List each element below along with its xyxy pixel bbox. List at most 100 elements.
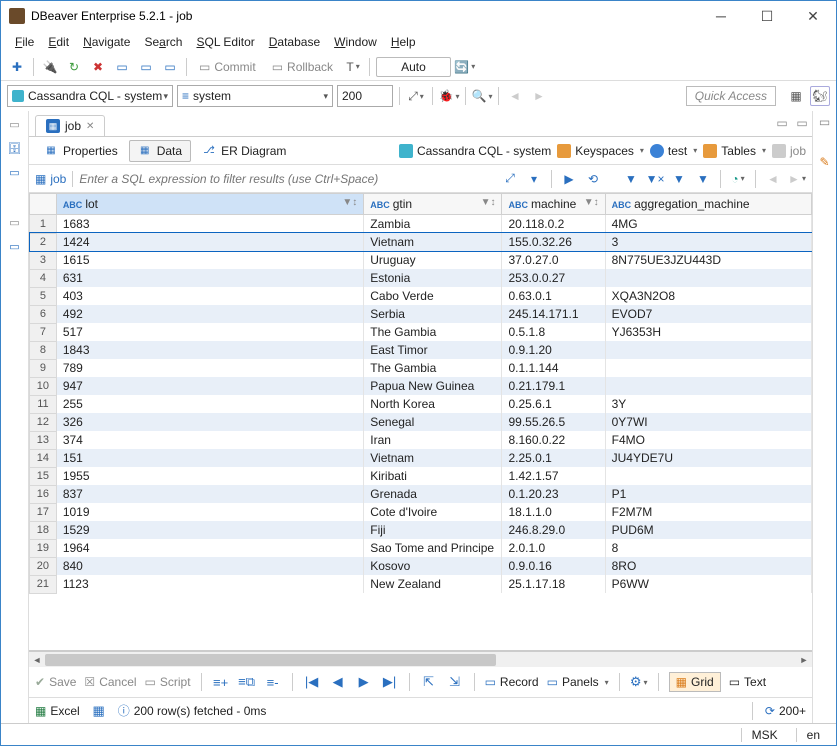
last-page-icon[interactable]: ▶| — [381, 673, 399, 691]
cell-machine[interactable]: 253.0.0.27 — [502, 269, 605, 287]
cell-lot[interactable]: 789 — [56, 359, 363, 377]
filter-remove-icon[interactable]: ▼× — [646, 170, 664, 188]
cell-machine[interactable]: 155.0.32.26 — [502, 233, 605, 251]
row-number[interactable]: 16 — [30, 485, 57, 503]
cell-lot[interactable]: 255 — [56, 395, 363, 413]
rows-limit-input[interactable]: 200 — [337, 85, 393, 107]
import-icon[interactable]: ⇲ — [446, 673, 464, 691]
cell-lot[interactable]: 1529 — [56, 521, 363, 539]
plug-disconnect-icon[interactable]: ✖ — [88, 57, 108, 77]
row-number[interactable]: 1 — [30, 215, 57, 234]
export-excel-button[interactable]: ▦Excel — [35, 704, 80, 718]
table-row[interactable]: 191964Sao Tome and Principe2.0.1.08 — [30, 539, 812, 557]
cell-gtin[interactable]: Grenada — [364, 485, 502, 503]
cell-machine[interactable]: 0.25.6.1 — [502, 395, 605, 413]
clear-filter-icon[interactable]: ⟲ — [584, 170, 602, 188]
cell-gtin[interactable]: Cote d'Ivoire — [364, 503, 502, 521]
cell-lot[interactable]: 837 — [56, 485, 363, 503]
cell-gtin[interactable]: Uruguay — [364, 251, 502, 269]
cell-machine[interactable]: 0.9.0.16 — [502, 557, 605, 575]
cell-agg[interactable] — [605, 359, 811, 377]
plug-icon[interactable]: 🔌 — [40, 57, 60, 77]
refresh-icon[interactable]: 🔄▾ — [455, 57, 475, 77]
cell-lot[interactable]: 1123 — [56, 575, 363, 593]
subtab-properties[interactable]: ▦Properties — [35, 140, 127, 162]
row-number[interactable]: 13 — [30, 431, 57, 449]
cell-lot[interactable]: 517 — [56, 323, 363, 341]
filter-input[interactable] — [79, 172, 495, 186]
save-button[interactable]: ✔Save — [35, 675, 76, 689]
status-grid-icon[interactable]: ▦ — [90, 702, 108, 720]
database-combo[interactable]: ≡system▾ — [177, 85, 333, 107]
row-number[interactable]: 12 — [30, 413, 57, 431]
cell-agg[interactable]: EVOD7 — [605, 305, 811, 323]
connection-combo[interactable]: Cassandra CQL - system▾ — [7, 85, 173, 107]
menu-database[interactable]: Database — [263, 33, 326, 51]
table-row[interactable]: 81843East Timor0.9.1.20 — [30, 341, 812, 359]
fetch-more-button[interactable]: ⟳200+ — [765, 704, 806, 718]
menu-help[interactable]: Help — [385, 33, 422, 51]
col-lot[interactable]: ABClot▼↕ — [56, 194, 363, 215]
row-number[interactable]: 11 — [30, 395, 57, 413]
back-icon[interactable]: ◄ — [505, 86, 525, 106]
cell-gtin[interactable]: The Gambia — [364, 359, 502, 377]
row-number[interactable]: 2 — [30, 233, 57, 251]
bc-job[interactable]: job — [772, 144, 806, 158]
row-number[interactable]: 15 — [30, 467, 57, 485]
perspective-1-icon[interactable]: ▦ — [786, 86, 806, 106]
txn-dropdown-icon[interactable]: T▾ — [343, 57, 363, 77]
table-row[interactable]: 6492Serbia245.14.171.1EVOD7 — [30, 305, 812, 323]
close-button[interactable]: ✕ — [790, 1, 836, 31]
min-icon[interactable]: ▭ — [772, 113, 792, 133]
rollback-button[interactable]: ▭Rollback — [266, 58, 339, 76]
cell-machine[interactable]: 37.0.27.0 — [502, 251, 605, 269]
first-page-icon[interactable]: |◀ — [303, 673, 321, 691]
history-dropdown-icon[interactable]: ▾ — [525, 170, 543, 188]
cell-agg[interactable]: F2M7M — [605, 503, 811, 521]
cell-machine[interactable]: 1.42.1.57 — [502, 467, 605, 485]
bc-keyspaces[interactable]: Keyspaces▾ — [557, 144, 644, 158]
bc-test[interactable]: test▾ — [650, 144, 697, 158]
cell-agg[interactable] — [605, 377, 811, 395]
sql-recent-icon[interactable]: ▭ — [136, 57, 156, 77]
custom-filter-icon[interactable]: ▼ — [622, 170, 640, 188]
cell-agg[interactable]: 8RO — [605, 557, 811, 575]
txn-toggle-icon[interactable]: ⤢▾ — [406, 86, 426, 106]
menu-sql[interactable]: SQL Editor — [190, 33, 260, 51]
cell-agg[interactable]: 3Y — [605, 395, 811, 413]
sql-new-icon[interactable]: ▭ — [160, 57, 180, 77]
table-row[interactable]: 211123New Zealand25.1.17.18P6WW — [30, 575, 812, 593]
filter-save-icon[interactable]: ▼ — [694, 170, 712, 188]
cell-gtin[interactable]: North Korea — [364, 395, 502, 413]
record-mode-button[interactable]: ▭Record — [485, 675, 539, 689]
cell-lot[interactable]: 403 — [56, 287, 363, 305]
table-row[interactable]: 9789The Gambia0.1.1.144 — [30, 359, 812, 377]
col-gtin[interactable]: ABCgtin▼↕ — [364, 194, 502, 215]
cell-agg[interactable]: YJ6353H — [605, 323, 811, 341]
col-aggregation-machine[interactable]: ABCaggregation_machine — [605, 194, 811, 215]
minimize-view2-icon[interactable]: ▭ — [6, 213, 24, 231]
cell-machine[interactable]: 246.8.29.0 — [502, 521, 605, 539]
cell-gtin[interactable]: Serbia — [364, 305, 502, 323]
grid-view-button[interactable]: ▦Grid — [669, 672, 721, 692]
cell-lot[interactable]: 631 — [56, 269, 363, 287]
cell-agg[interactable]: 3 — [605, 233, 811, 251]
menu-file[interactable]: File — [9, 33, 40, 51]
row-number[interactable]: 3 — [30, 251, 57, 269]
cell-lot[interactable]: 1424 — [56, 233, 363, 251]
table-row[interactable]: 21424Vietnam155.0.32.263 — [30, 233, 812, 251]
cell-gtin[interactable]: The Gambia — [364, 323, 502, 341]
row-number[interactable]: 6 — [30, 305, 57, 323]
cell-lot[interactable]: 1843 — [56, 341, 363, 359]
script-button[interactable]: ▭Script — [145, 675, 191, 689]
cell-machine[interactable]: 8.160.0.22 — [502, 431, 605, 449]
minimize-view-icon[interactable]: ▭ — [6, 115, 24, 133]
panels-button[interactable]: ▭Panels▾ — [547, 675, 609, 689]
tab-close-icon[interactable]: ✕ — [86, 121, 94, 132]
sql-editor-icon[interactable]: ▭ — [112, 57, 132, 77]
cell-machine[interactable]: 2.25.0.1 — [502, 449, 605, 467]
cell-gtin[interactable]: New Zealand — [364, 575, 502, 593]
cell-lot[interactable]: 374 — [56, 431, 363, 449]
cell-gtin[interactable]: East Timor — [364, 341, 502, 359]
cell-lot[interactable]: 840 — [56, 557, 363, 575]
